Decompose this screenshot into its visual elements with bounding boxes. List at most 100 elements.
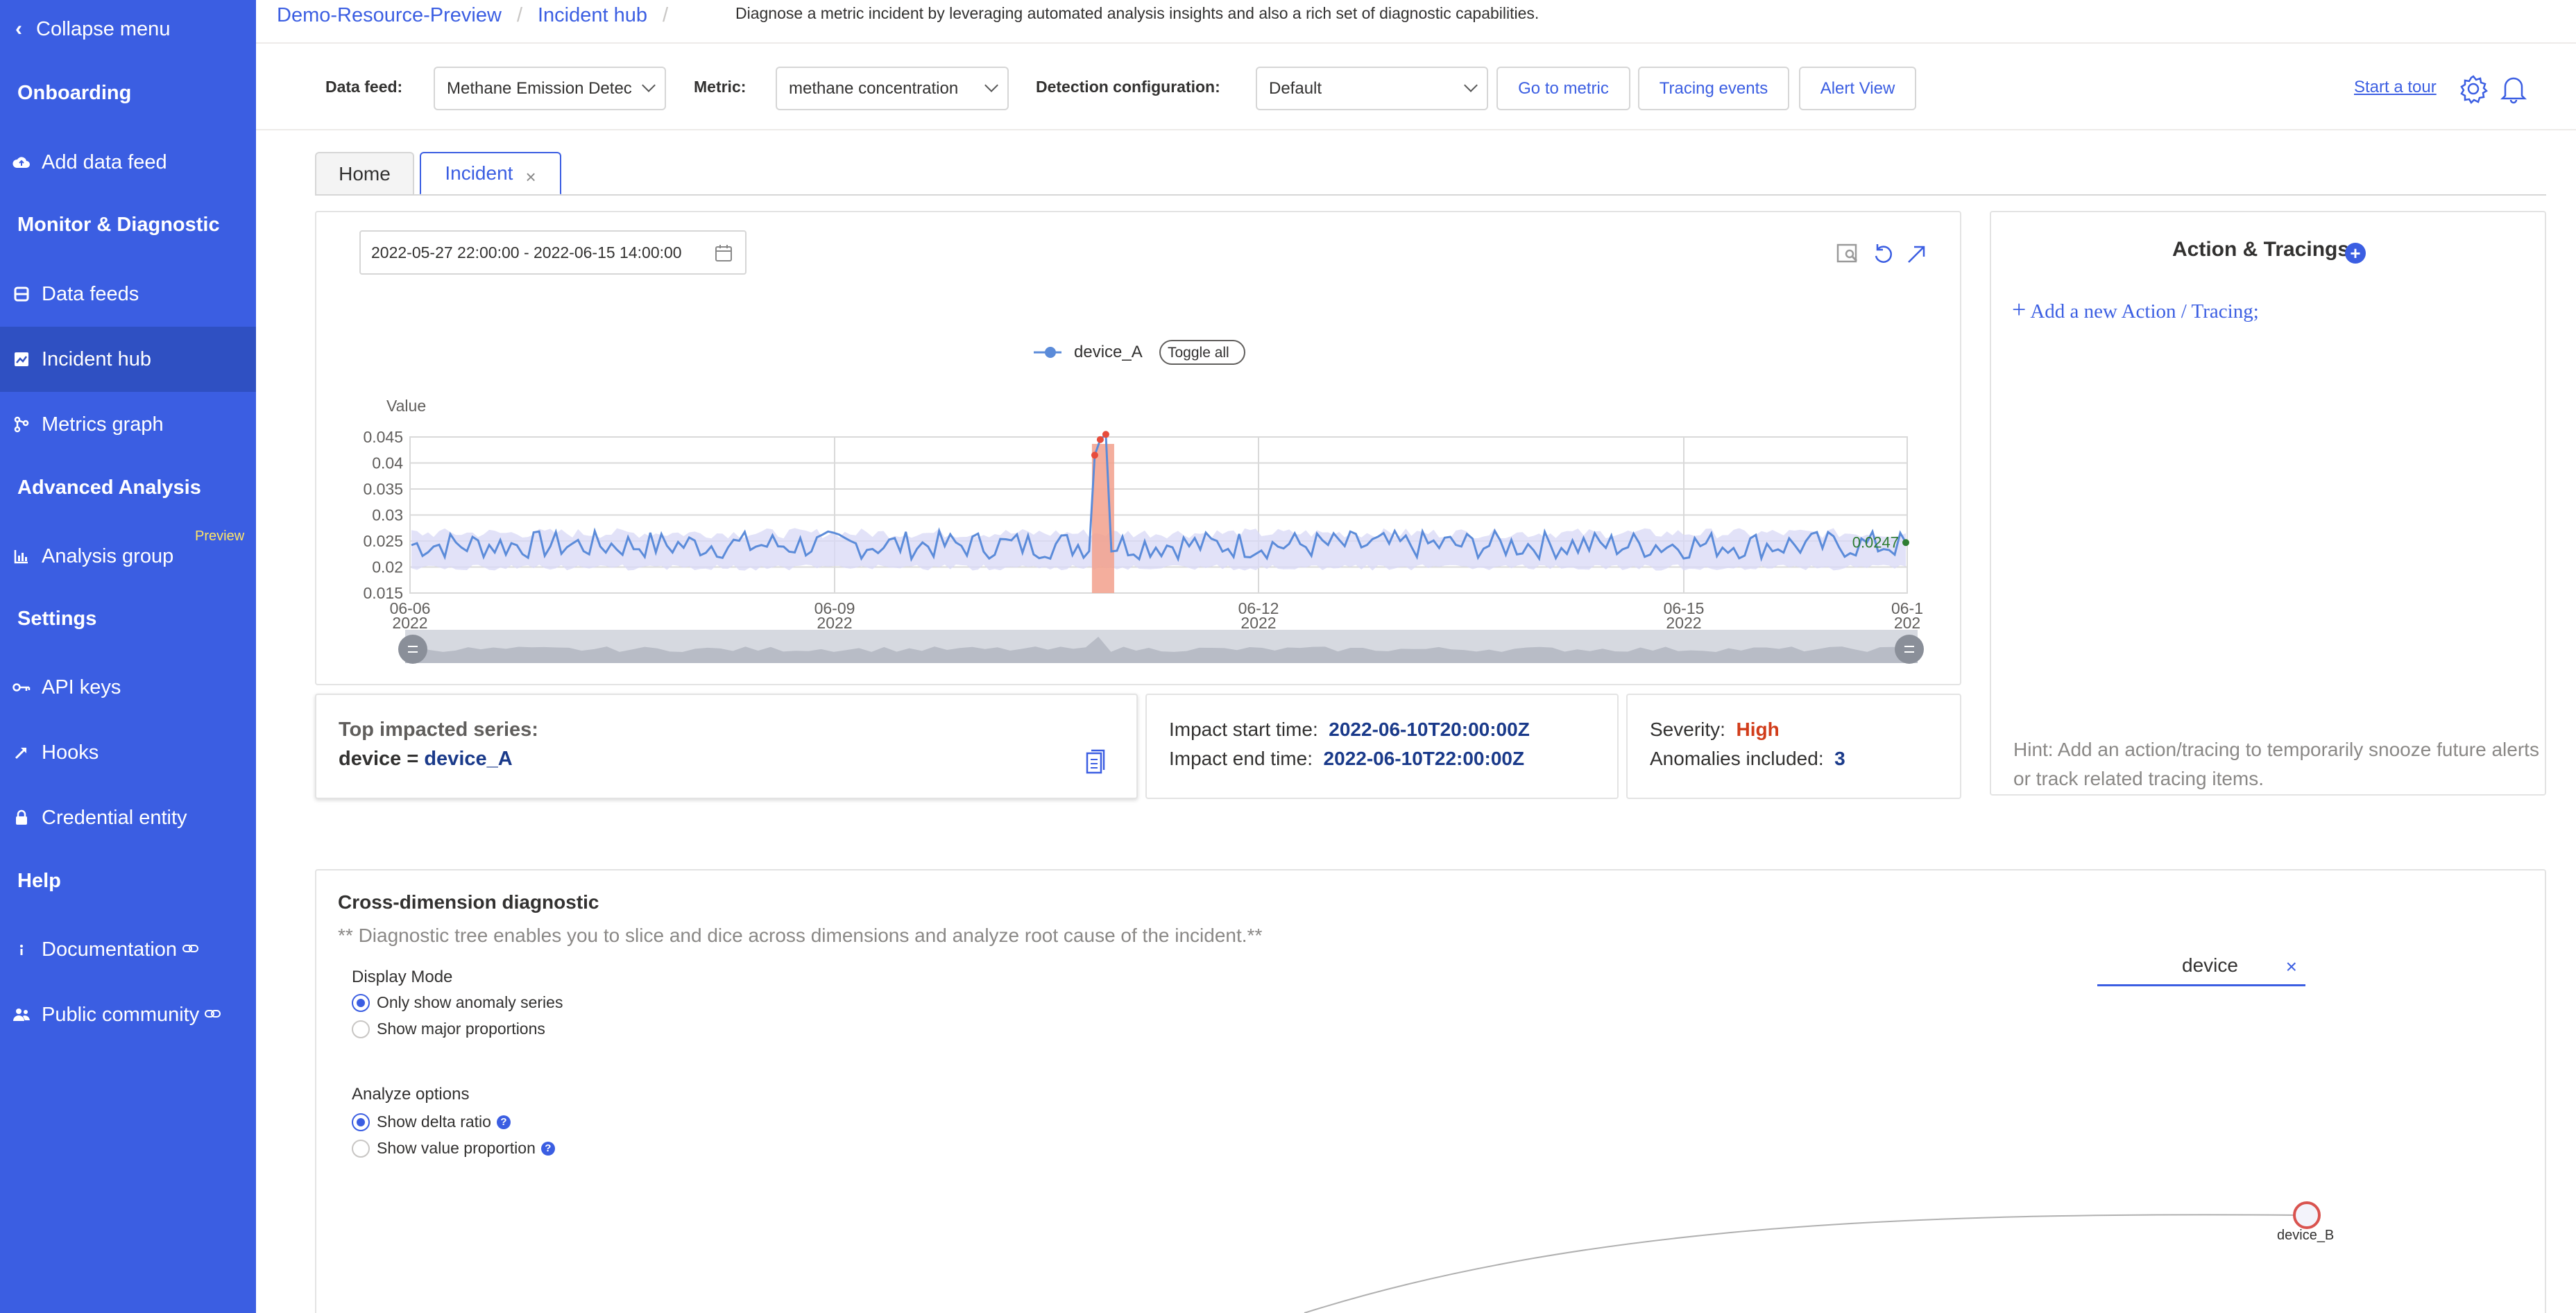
help-icon[interactable]: ?: [496, 1115, 511, 1129]
display-mode-label: Display Mode: [352, 968, 453, 986]
graph-icon: [12, 415, 31, 434]
data-feed-value: Methane Emission Detec: [447, 78, 632, 98]
sidebar-item-add-data-feed[interactable]: Add data feed: [0, 130, 256, 195]
x-tick-year: 2022: [1666, 614, 1701, 632]
sidebar-item-label: Incident hub: [42, 347, 152, 370]
section-help: Help: [17, 870, 61, 892]
tree-node-device-b[interactable]: [2293, 1201, 2321, 1229]
last-value-label: 0.0247: [1852, 533, 1899, 551]
sidebar-item-credential-entity[interactable]: Credential entity: [0, 785, 256, 850]
add-action-link[interactable]: + Add a new Action / Tracing;: [2012, 295, 2259, 324]
radio-indicator: [352, 1020, 370, 1038]
expand-icon[interactable]: [1904, 241, 1929, 266]
gear-icon[interactable]: [2458, 74, 2489, 105]
diagnostic-tree: [1304, 1201, 2321, 1313]
external-link-icon: [205, 1006, 221, 1024]
external-link-icon: [182, 941, 199, 959]
sidebar-item-label: Documentation: [42, 938, 178, 961]
page-description: Diagnose a metric incident by leveraging…: [735, 4, 1539, 22]
section-monitor-diagnostic: Monitor & Diagnostic: [17, 214, 220, 236]
lock-icon: [12, 809, 31, 827]
sidebar-item-label: Credential entity: [42, 806, 187, 829]
hook-icon: [12, 744, 31, 762]
tab-home[interactable]: Home: [315, 152, 414, 195]
breadcrumb-incident-hub[interactable]: Incident hub: [538, 4, 647, 27]
add-circle-icon[interactable]: +: [2345, 243, 2366, 264]
sidebar-item-data-feeds[interactable]: Data feeds: [0, 261, 256, 327]
alert-view-button[interactable]: Alert View: [1799, 67, 1916, 110]
severity-badge: High: [1736, 719, 1780, 740]
tab-divider: [315, 194, 2546, 196]
go-to-metric-button[interactable]: Go to metric: [1496, 67, 1630, 110]
sidebar-item-public-community[interactable]: Public community: [0, 982, 256, 1047]
start-tour-link[interactable]: Start a tour: [2354, 78, 2437, 97]
tab-incident[interactable]: Incident ×: [420, 152, 561, 195]
chevron-down-icon: [984, 78, 998, 92]
chart-icon: [12, 350, 31, 368]
top-impacted-card: Top impacted series: device = device_A: [315, 694, 1138, 799]
x-tick-year: 2022: [392, 614, 427, 632]
radio-value-proportion[interactable]: Show value proportion?: [352, 1139, 555, 1158]
chevron-down-icon: [642, 78, 656, 92]
reset-icon[interactable]: [1871, 241, 1896, 266]
radio-indicator: [352, 993, 370, 1012]
x-tick-year: 2022: [817, 614, 852, 632]
detection-config-select[interactable]: Default: [1256, 67, 1488, 110]
impact-start: Impact start time: 2022-06-10T20:00:00Z: [1169, 719, 1530, 740]
range-slider-handle: [1895, 635, 1924, 664]
anomaly-point: [1102, 431, 1109, 438]
severity-card: Severity: High Anomalies included: 3: [1626, 694, 1961, 799]
help-icon[interactable]: ?: [540, 1141, 555, 1156]
sidebar-item-label: Public community: [42, 1003, 200, 1026]
collapse-menu-label: Collapse menu: [36, 17, 171, 40]
x-tick-year: 202: [1894, 614, 1920, 632]
sidebar: ‹ Collapse menu Onboarding Add data feed…: [0, 0, 256, 1313]
last-value-point: [1902, 539, 1909, 547]
y-tick-label: 0.035: [363, 480, 403, 498]
metric-select[interactable]: methane concentration: [776, 67, 1009, 110]
bar-chart-icon: [12, 547, 31, 565]
radio-major-proportions[interactable]: Show major proportions: [352, 1020, 545, 1038]
sidebar-item-incident-hub[interactable]: Incident hub: [0, 327, 256, 392]
clear-icon[interactable]: ×: [2286, 956, 2297, 978]
anomaly-point: [1096, 436, 1104, 443]
sidebar-item-label: API keys: [42, 676, 121, 698]
legend-label: device_A: [1074, 343, 1143, 361]
divider: [256, 129, 2576, 130]
radio-indicator: [352, 1113, 370, 1131]
tracing-events-button[interactable]: Tracing events: [1638, 67, 1789, 110]
y-axis-label: Value: [386, 397, 426, 415]
y-tick-label: 0.04: [372, 454, 403, 472]
chevron-down-icon: [1464, 78, 1478, 92]
metric-label: Metric:: [694, 78, 747, 96]
radio-delta-ratio[interactable]: Show delta ratio?: [352, 1113, 511, 1131]
people-icon: [12, 1006, 31, 1024]
close-icon[interactable]: ×: [525, 166, 536, 188]
data-feed-select[interactable]: Methane Emission Detec: [434, 67, 666, 110]
section-settings: Settings: [17, 608, 97, 630]
collapse-menu-button[interactable]: ‹ Collapse menu: [15, 14, 170, 44]
chevron-left-icon: ‹: [15, 17, 22, 40]
breadcrumb-separator: /: [663, 3, 669, 26]
radio-only-anomaly[interactable]: Only show anomaly series: [352, 993, 563, 1012]
cross-dimension-title: Cross-dimension diagnostic: [338, 891, 599, 913]
anomaly-point: [1091, 452, 1098, 459]
sidebar-item-hooks[interactable]: Hooks: [0, 720, 256, 785]
dimension-search-input[interactable]: device ×: [2097, 950, 2305, 986]
date-range-picker[interactable]: 2022-05-27 22:00:00 - 2022-06-15 14:00:0…: [359, 230, 747, 275]
breadcrumb-resource[interactable]: Demo-Resource-Preview: [277, 4, 502, 27]
sidebar-item-documentation[interactable]: Documentation: [0, 917, 256, 982]
sidebar-item-analysis-group[interactable]: Analysis group: [0, 524, 256, 589]
chart-legend[interactable]: device_A Toggle all: [1034, 340, 1245, 365]
copy-icon[interactable]: [1085, 749, 1107, 779]
sidebar-item-api-keys[interactable]: API keys: [0, 655, 256, 720]
sidebar-item-label: Data feeds: [42, 282, 139, 305]
image-search-icon[interactable]: [1836, 241, 1861, 266]
range-slider-handle: [398, 635, 427, 664]
sidebar-item-metrics-graph[interactable]: Metrics graph: [0, 392, 256, 457]
bell-icon[interactable]: [2500, 74, 2527, 104]
key-icon: [12, 678, 31, 696]
radio-indicator: [352, 1139, 370, 1158]
line-chart[interactable]: device_A Toggle all Value 0.045 0.04 0.035…: [315, 326, 1961, 680]
top-impacted-series: device = device_A: [339, 748, 513, 770]
